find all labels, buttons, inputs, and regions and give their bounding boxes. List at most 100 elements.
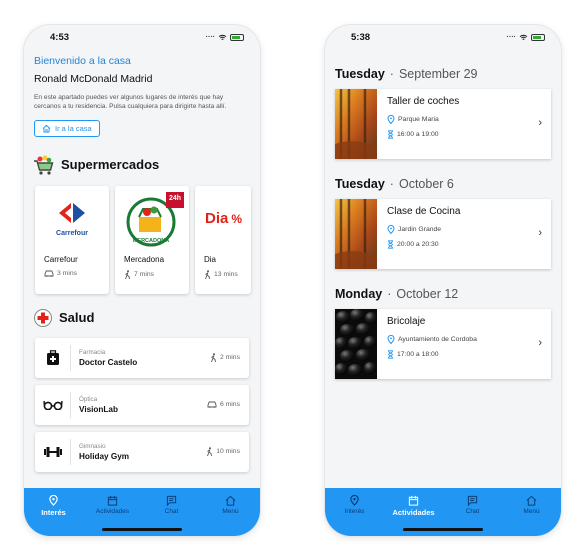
welcome-description: En este apartado puedes ver algunos luga… — [34, 94, 227, 110]
activity-hours-value: 16:00 a 19:00 — [397, 131, 439, 138]
dia-percent-icon: % — [231, 211, 243, 226]
hourglass-icon — [388, 240, 393, 249]
tab-label: Actividades — [95, 508, 130, 515]
supermarket-card-dia[interactable]: Dia % Dia 13 mins — [195, 185, 251, 294]
signal-icon: ···· — [506, 33, 516, 41]
chevron-right-icon: › — [538, 227, 542, 239]
tab-menu[interactable]: Menú — [201, 488, 260, 536]
interes-content: Bienvenido a la casa Ronald McDonald Mad… — [24, 49, 260, 488]
chat-icon — [166, 495, 177, 506]
supermarket-time-value: 7 mins — [134, 270, 155, 278]
dia-logo: Dia % — [195, 186, 251, 252]
phone-interes: 4:53 ···· Bienvenido a la casa Ronald Mc… — [24, 25, 260, 536]
tab-label: Menú — [222, 508, 239, 515]
shopping-cart-icon — [34, 155, 54, 175]
day-separator: · — [389, 67, 394, 81]
supermarkets-list: Carrefour Carrefour 3 mins MERCADONA 24h… — [24, 185, 260, 294]
day-separator: · — [389, 177, 394, 191]
house-name: Ronald McDonald Madrid — [34, 73, 153, 85]
activity-title: Taller de coches — [387, 96, 460, 107]
tab-interes[interactable]: Interés — [325, 488, 384, 536]
health-time-value: 10 mins — [216, 448, 240, 456]
activity-hours: 16:00 a 19:00 — [387, 130, 551, 139]
day-group: Monday · October 12 Bricolaje Ayuntamien… — [325, 287, 561, 379]
health-title: Salud — [59, 310, 95, 326]
battery-icon — [531, 33, 545, 41]
day-date: October 12 — [396, 287, 459, 301]
tab-label: Actividades — [392, 508, 435, 517]
walking-icon — [125, 269, 130, 279]
activity-title: Clase de Cocina — [387, 206, 461, 217]
tab-label: Chat — [164, 508, 179, 515]
activity-hours-value: 20:00 a 20:30 — [397, 241, 439, 248]
day-date: September 29 — [398, 67, 478, 81]
supermarket-name: Dia — [204, 254, 217, 264]
activity-card[interactable]: Bricolaje Ayuntamiento de Cordoba 17:00 … — [335, 309, 551, 379]
supermarket-card-mercadona[interactable]: MERCADONA 24h Mercadona 7 mins — [115, 185, 189, 294]
welcome-section: Bienvenido a la casa Ronald McDonald Mad… — [24, 49, 260, 138]
first-aid-kit-icon — [35, 344, 71, 371]
day-date: October 6 — [398, 177, 454, 191]
carrefour-logo: Carrefour — [35, 186, 109, 252]
health-header: Salud — [24, 308, 260, 328]
day-header: Tuesday · September 29 — [335, 67, 551, 81]
activity-image-autumn-forest — [335, 199, 377, 269]
day-weekday: Tuesday — [335, 177, 385, 191]
health-card-gym[interactable]: Gimnasio Holiday Gym 10 mins — [35, 431, 249, 472]
bottom-tab-bar: Interés Actividades Chat Menú — [325, 488, 561, 536]
activity-card[interactable]: Clase de Cocina Jardin Grande 20:00 a 20… — [335, 199, 551, 269]
chevron-right-icon: › — [538, 337, 542, 349]
activity-place-value: Jardin Grande — [398, 226, 442, 233]
tab-label: Menú — [523, 508, 540, 515]
open-24h-badge: 24h — [165, 191, 184, 208]
health-list: Farmacia Doctor Castelo 2 mins Óptica Vi… — [24, 337, 260, 472]
bottom-tab-bar: Interés Actividades Chat Menú — [24, 488, 260, 536]
activity-place: Jardin Grande — [387, 225, 551, 234]
location-pin-icon — [387, 115, 395, 124]
supermarket-name: Carrefour — [44, 254, 78, 264]
battery-icon — [230, 33, 244, 41]
carrefour-logo-icon — [59, 202, 85, 223]
activity-hours: 17:00 a 18:00 — [387, 350, 551, 359]
activity-image-autumn-forest — [335, 89, 377, 159]
walking-icon — [211, 353, 216, 363]
activity-place: Parque Maria — [387, 115, 551, 124]
tab-menu[interactable]: Menú — [502, 488, 561, 536]
dumbbell-icon — [35, 438, 71, 465]
tab-interes[interactable]: Interés — [24, 488, 83, 536]
welcome-title: Bienvenido a la casa — [34, 55, 131, 67]
location-pin-icon — [350, 495, 359, 506]
mercadona-logo-text: MERCADONA — [133, 238, 169, 244]
activity-place-value: Ayuntamiento de Cordoba — [398, 336, 477, 343]
health-card-pharmacy[interactable]: Farmacia Doctor Castelo 2 mins — [35, 337, 249, 378]
supermarket-time-value: 3 mins — [57, 269, 78, 277]
activity-card[interactable]: Taller de coches Parque Maria 16:00 a 19… — [335, 89, 551, 159]
activity-hours: 20:00 a 20:30 — [387, 240, 551, 249]
supermarket-card-carrefour[interactable]: Carrefour Carrefour 3 mins — [35, 185, 109, 294]
health-time: 6 mins — [207, 401, 240, 408]
go-home-button[interactable]: Ir a la casa — [34, 119, 100, 137]
status-time: 5:38 — [351, 31, 371, 43]
day-header: Tuesday · October 6 — [335, 177, 551, 191]
health-time: 10 mins — [206, 447, 240, 457]
day-header: Monday · October 12 — [335, 287, 551, 301]
status-icons: ···· — [506, 33, 545, 41]
day-group: Tuesday · September 29 Taller de coches … — [325, 67, 561, 159]
status-icons: ···· — [205, 33, 244, 41]
day-weekday: Monday — [335, 287, 383, 301]
signal-icon: ···· — [205, 33, 215, 41]
home-icon — [225, 495, 236, 506]
activity-title: Bricolaje — [387, 316, 426, 327]
health-cross-icon — [34, 308, 52, 327]
health-card-optics[interactable]: Óptica VisionLab 6 mins — [35, 384, 249, 425]
activity-hours-value: 17:00 a 18:00 — [397, 351, 439, 358]
day-separator: · — [387, 287, 392, 301]
day-weekday: Tuesday — [335, 67, 385, 81]
supermarket-time: 7 mins — [115, 269, 189, 279]
supermarket-time: 13 mins — [195, 269, 251, 279]
walking-icon — [207, 447, 213, 457]
glasses-icon — [35, 391, 71, 418]
tab-label: Chat — [465, 508, 480, 515]
dia-logo-text: Dia — [205, 210, 229, 228]
activity-place-value: Parque Maria — [398, 116, 439, 123]
